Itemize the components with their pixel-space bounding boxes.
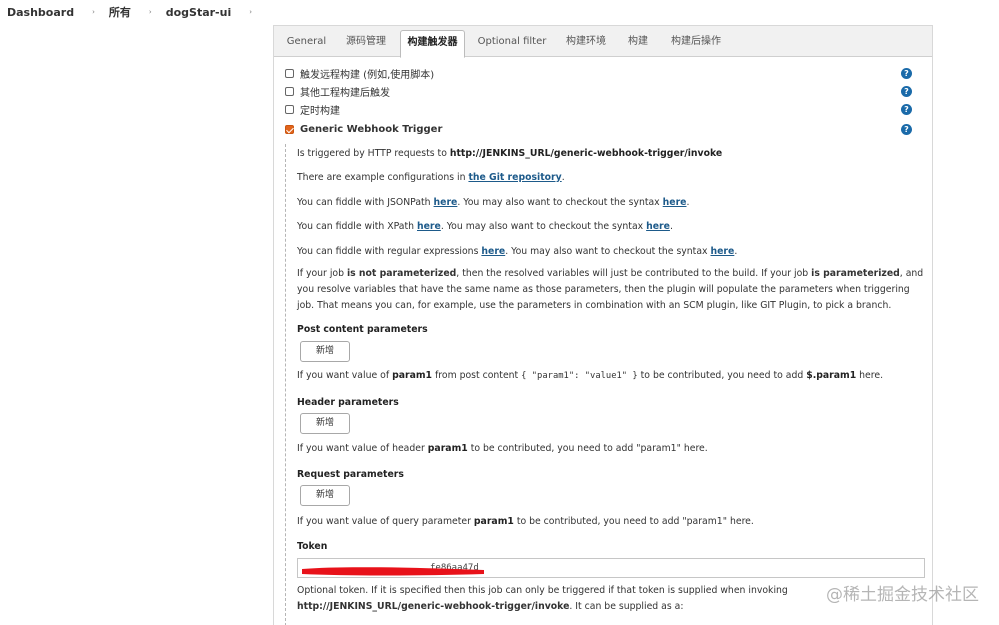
trigger-generic-webhook-checkbox[interactable]: [285, 124, 294, 134]
tab-build[interactable]: 构建: [625, 30, 651, 57]
token-heading: Token: [297, 541, 328, 552]
trigger-after-other-label: 其他工程构建后触发: [300, 87, 390, 99]
trigger-generic-webhook-label: Generic Webhook Trigger: [300, 123, 443, 135]
trigger-after-other-checkbox[interactable]: [285, 86, 294, 96]
trigger-periodic-checkbox[interactable]: [285, 104, 294, 114]
header-params-help: If you want value of header param1 to be…: [297, 443, 708, 454]
trigger-remote-checkbox[interactable]: [285, 68, 294, 78]
config-tabs: General 源码管理 构建触发器 Optional filter 构建环境 …: [274, 26, 932, 58]
request-params-heading: Request parameters: [297, 469, 404, 480]
watermark: @稀土掘金技术社区: [826, 585, 979, 605]
post-content-help: If you want value of param1 from post co…: [297, 370, 884, 381]
help-icon[interactable]: ?: [901, 103, 912, 115]
fiddle-jsonpath-text: You can fiddle with JSONPath here. You m…: [297, 197, 690, 208]
add-header-param-button[interactable]: 新增: [300, 413, 350, 434]
tab-build-environment[interactable]: 构建环境: [562, 30, 610, 57]
tab-scm[interactable]: 源码管理: [341, 30, 391, 57]
breadcrumb-chevron-icon[interactable]: ›: [149, 8, 152, 16]
trigger-after-other-row[interactable]: 其他工程构建后触发 ?: [285, 84, 925, 99]
triggered-by-text: Is triggered by HTTP requests to http://…: [297, 148, 723, 159]
trigger-remote-label: 触发远程构建 (例如,使用脚本): [300, 69, 435, 81]
help-icon[interactable]: ?: [901, 85, 912, 97]
config-panel: General 源码管理 构建触发器 Optional filter 构建环境 …: [273, 25, 933, 625]
xpath-fiddle-link[interactable]: here: [417, 221, 441, 232]
post-content-heading: Post content parameters: [297, 324, 428, 335]
breadcrumb-chevron-icon[interactable]: ›: [249, 8, 252, 16]
parameterized-explanation: If your job is not parameterized, then t…: [297, 268, 924, 311]
jsonpath-syntax-link[interactable]: here: [663, 197, 687, 208]
examples-text: There are example configurations in the …: [297, 172, 565, 183]
git-repository-link[interactable]: the Git repository: [468, 172, 561, 183]
add-post-content-button[interactable]: 新增: [300, 341, 350, 362]
trigger-periodic-label: 定时构建: [300, 105, 340, 117]
breadcrumb-chevron-icon[interactable]: ›: [92, 8, 95, 16]
regex-fiddle-link[interactable]: here: [481, 246, 505, 257]
help-icon[interactable]: ?: [901, 123, 912, 135]
help-icon[interactable]: ?: [901, 67, 912, 79]
jsonpath-fiddle-link[interactable]: here: [434, 197, 458, 208]
fiddle-regex-text: You can fiddle with regular expressions …: [297, 246, 738, 257]
tab-general[interactable]: General: [284, 30, 329, 57]
breadcrumb-all[interactable]: 所有: [109, 4, 131, 20]
generic-webhook-section: Is triggered by HTTP requests to http://…: [285, 144, 925, 625]
add-request-param-button[interactable]: 新增: [300, 485, 350, 506]
tab-build-triggers[interactable]: 构建触发器: [400, 30, 465, 58]
header-params-heading: Header parameters: [297, 397, 399, 408]
trigger-periodic-row[interactable]: 定时构建 ?: [285, 102, 925, 117]
trigger-remote-row[interactable]: 触发远程构建 (例如,使用脚本) ?: [285, 66, 925, 81]
breadcrumb-job[interactable]: dogStar-ui: [166, 6, 232, 19]
trigger-generic-webhook-row[interactable]: Generic Webhook Trigger ?: [285, 122, 925, 136]
fiddle-xpath-text: You can fiddle with XPath here. You may …: [297, 221, 673, 232]
request-params-help: If you want value of query parameter par…: [297, 516, 754, 527]
tab-post-build[interactable]: 构建后操作: [667, 30, 725, 57]
redaction-mark: [302, 567, 484, 576]
tab-optional-filter[interactable]: Optional filter: [476, 30, 548, 57]
breadcrumb: Dashboard › 所有 › dogStar-ui ›: [0, 0, 266, 24]
xpath-syntax-link[interactable]: here: [646, 221, 670, 232]
breadcrumb-dashboard[interactable]: Dashboard: [7, 6, 74, 19]
regex-syntax-link[interactable]: here: [711, 246, 735, 257]
